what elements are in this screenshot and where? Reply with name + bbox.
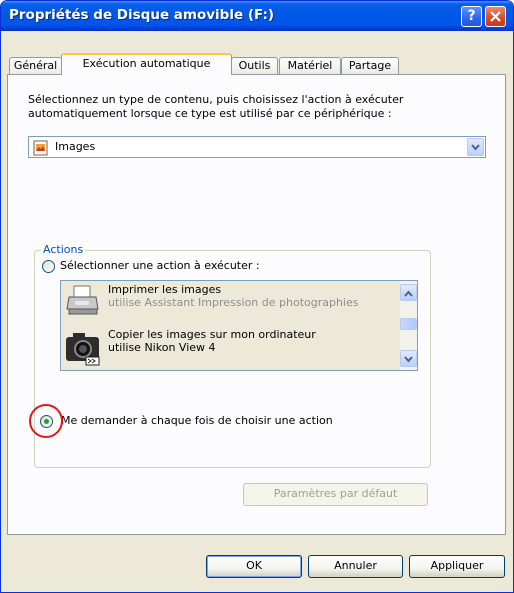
camera-icon — [66, 333, 100, 366]
scroll-down-button[interactable] — [400, 350, 417, 367]
help-button[interactable]: ? — [461, 6, 482, 27]
tab-tools[interactable]: Outils — [231, 57, 278, 74]
action-list: Imprimer les images utilise Assistant Im… — [60, 280, 418, 371]
select-action-radio[interactable] — [42, 260, 55, 273]
content-type-value: Images — [55, 140, 96, 153]
select-action-label[interactable]: Sélectionner une action à exécuter : — [60, 259, 260, 272]
content-type-description: Sélectionnez un type de contenu, puis ch… — [28, 93, 404, 120]
action-title: Copier les images sur mon ordinateur — [108, 328, 316, 341]
action-list-scrollbar[interactable] — [400, 281, 417, 370]
action-subtitle: utilise Nikon View 4 — [108, 341, 216, 354]
actions-legend: Actions — [41, 243, 86, 256]
scroll-thumb[interactable] — [400, 318, 417, 330]
tab-hardware[interactable]: Matériel — [279, 57, 341, 74]
apply-button[interactable]: Appliquer — [409, 555, 505, 578]
title-bar[interactable]: Propriétés de Disque amovible (F:) ? — [1, 1, 513, 31]
dropdown-button[interactable] — [467, 138, 484, 156]
action-title: Imprimer les images — [108, 283, 222, 296]
highlight-circle — [29, 404, 63, 438]
cancel-button[interactable]: Annuler — [308, 555, 403, 578]
printer-icon — [66, 285, 99, 315]
tab-autoplay[interactable]: Exécution automatique — [61, 53, 232, 75]
image-file-icon — [33, 140, 48, 156]
list-item-copy[interactable]: Copier les images sur mon ordinateur uti… — [61, 326, 399, 370]
close-button[interactable] — [485, 6, 506, 27]
help-icon: ? — [467, 8, 476, 24]
chevron-down-icon — [471, 144, 480, 151]
close-icon — [490, 11, 501, 22]
chevron-down-icon — [404, 356, 413, 363]
ask-every-time-label[interactable]: Me demander à chaque fois de choisir une… — [61, 414, 333, 427]
ok-button[interactable]: OK — [206, 555, 302, 578]
window-title: Propriétés de Disque amovible (F:) — [9, 7, 275, 23]
action-subtitle: utilise Assistant Impression de photogra… — [108, 296, 359, 309]
tab-sharing[interactable]: Partage — [341, 57, 399, 74]
scroll-up-button[interactable] — [400, 284, 417, 301]
content-type-select[interactable]: Images — [28, 136, 486, 158]
chevron-up-icon — [404, 290, 413, 297]
restore-defaults-button[interactable]: Paramètres par défaut — [243, 483, 428, 506]
list-item-print[interactable]: Imprimer les images utilise Assistant Im… — [61, 281, 399, 325]
tab-general[interactable]: Général — [9, 57, 62, 74]
